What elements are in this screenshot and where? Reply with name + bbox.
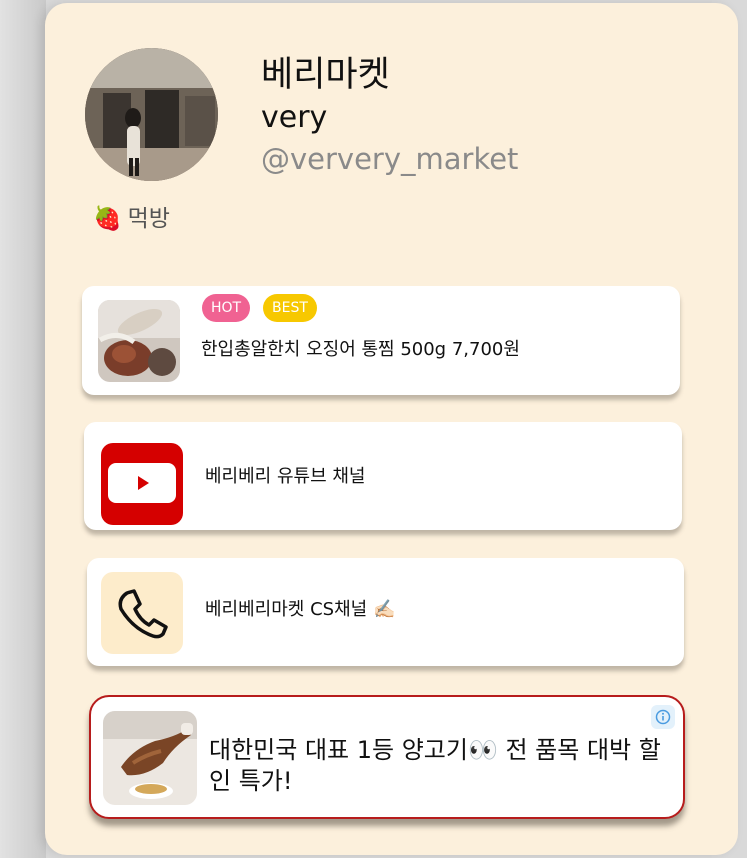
link-cs-channel[interactable]: 베리베리마켓 CS채널 ✍🏻 xyxy=(87,558,684,666)
strawberry-icon: 🍓 xyxy=(93,206,122,232)
writing-hand-icon: ✍🏻 xyxy=(372,599,396,620)
profile-name: 베리마켓 xyxy=(261,55,390,95)
link-product[interactable]: HOT BEST 한입총알한치 오징어 통찜 500g 7,700원 xyxy=(82,286,680,395)
link-youtube[interactable]: 베리베리 유튜브 채널 xyxy=(84,422,682,530)
hot-badge: HOT xyxy=(202,294,251,322)
category-tag: 🍓 먹방 xyxy=(93,203,170,235)
link-title: 베리베리마켓 CS채널 ✍🏻 xyxy=(205,598,395,622)
link-title: 베리베리 유튜브 채널 xyxy=(205,466,366,487)
ad-thumbnail xyxy=(103,711,197,805)
ad-banner[interactable]: 대한민국 대표 1등 양고기👀 전 품목 대박 할인 특가! xyxy=(89,695,685,819)
youtube-icon xyxy=(101,443,183,525)
profile-avatar xyxy=(85,48,218,181)
product-thumbnail xyxy=(98,300,180,382)
category-label: 먹방 xyxy=(127,206,170,232)
page-backdrop xyxy=(0,0,46,858)
phone-icon xyxy=(101,572,183,654)
profile-handle: @ververy_market xyxy=(261,142,519,176)
link-title-text: 베리베리마켓 CS채널 xyxy=(205,599,368,620)
profile-card: 베리마켓 very @ververy_market 🍓 먹방 HOT BEST … xyxy=(45,3,738,855)
profile-subname: very xyxy=(261,100,328,135)
link-title: 한입총알한치 오징어 통찜 500g 7,700원 xyxy=(201,339,520,360)
best-badge: BEST xyxy=(263,294,317,322)
info-icon[interactable] xyxy=(651,705,675,729)
ad-text: 대한민국 대표 1등 양고기👀 전 품목 대박 할인 특가! xyxy=(209,736,661,795)
